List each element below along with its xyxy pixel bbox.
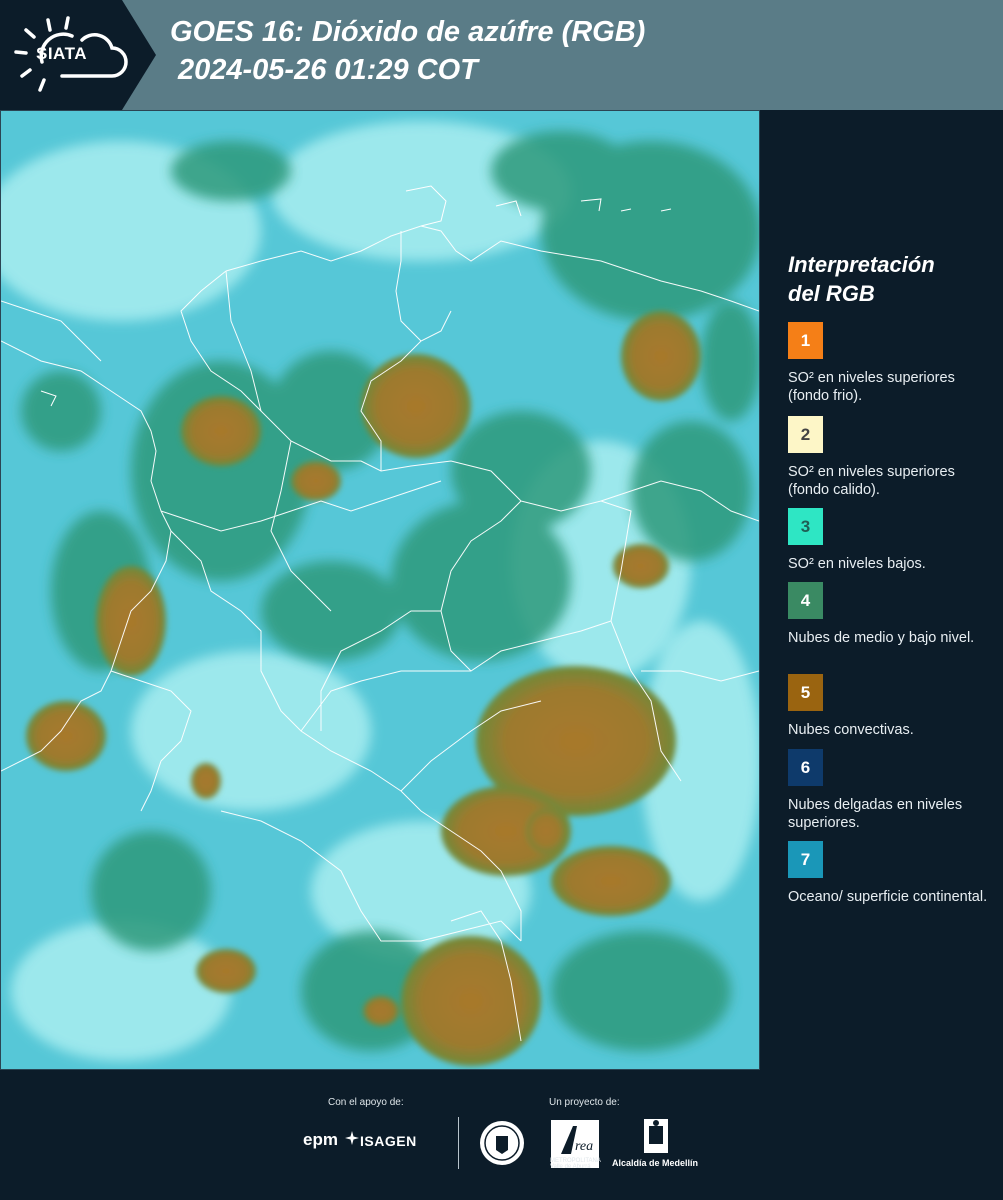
logo-text: SIATA [36, 44, 87, 63]
legend-description-2: SO² en niveles superiores (fondo calido)… [788, 464, 955, 498]
area-metropolitana-text: METROPOLITANA Valle de Aburrá [550, 1158, 601, 1170]
support-label: Con el apoyo de: [328, 1097, 404, 1108]
legend-item-4: 4 Nubes de medio y bajo nivel. [788, 582, 988, 647]
legend-description-4: Nubes de medio y bajo nivel. [788, 630, 975, 646]
satellite-map[interactable] [0, 110, 760, 1070]
alcaldia-text: Alcaldía de Medellín [612, 1158, 699, 1168]
legend-description-7: Oceano/ superficie continental. [788, 889, 988, 905]
legend-item-1: 1 SO² en niveles superiores (fondo frio)… [788, 322, 988, 405]
legend-item-6: 6 Nubes delgadas en niveles superiores. [788, 749, 988, 832]
satellite-image [1, 111, 759, 1069]
epm-logo[interactable]: epm [303, 1130, 338, 1150]
legend-item-3: 3 SO² en niveles bajos. [788, 508, 988, 573]
legend-swatch-7: 7 [788, 841, 823, 878]
legend-description-1: SO² en niveles superiores (fondo frio). [788, 370, 955, 404]
isagen-logo[interactable]: ISAGEN [360, 1133, 417, 1149]
legend-item-2: 2 SO² en niveles superiores (fondo calid… [788, 416, 988, 499]
legend-swatch-1: 1 [788, 322, 823, 359]
legend-swatch-5: 5 [788, 674, 823, 711]
page-timestamp: 2024-05-26 01:29 COT [178, 54, 478, 86]
legend-item-7: 7 Oceano/ superficie continental. [788, 841, 988, 906]
svg-text:rea: rea [575, 1139, 593, 1154]
university-seal-icon[interactable] [478, 1118, 526, 1168]
legend-title-line2: del RGB [788, 281, 875, 306]
legend-description-3: SO² en niveles bajos. [788, 556, 926, 572]
isagen-star-icon [345, 1131, 359, 1145]
alcaldia-shield-icon[interactable] [643, 1118, 669, 1156]
legend-description-6: Nubes delgadas en niveles superiores. [788, 797, 963, 831]
legend-swatch-4: 4 [788, 582, 823, 619]
legend-item-5: 5 Nubes convectivas. [788, 674, 988, 739]
legend-swatch-6: 6 [788, 749, 823, 786]
legend-swatch-3: 3 [788, 508, 823, 545]
legend-title: Interpretación del RGB [788, 250, 935, 308]
legend-title-line1: Interpretación [788, 252, 935, 277]
legend-swatch-2: 2 [788, 416, 823, 453]
page-title: GOES 16: Dióxido de azúfre (RGB) [170, 16, 646, 48]
project-label: Un proyecto de: [549, 1097, 620, 1108]
footer-divider [458, 1117, 459, 1169]
legend-description-5: Nubes convectivas. [788, 722, 914, 738]
